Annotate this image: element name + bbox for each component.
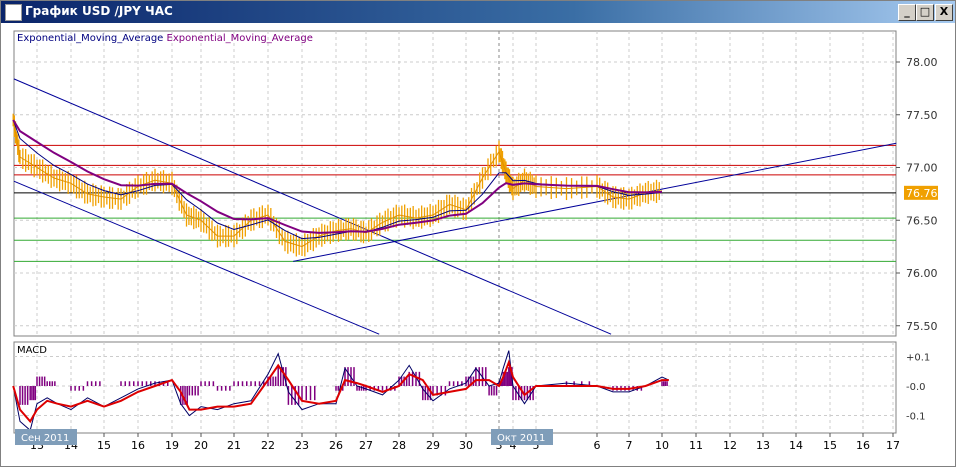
close-button[interactable]: X (935, 4, 953, 21)
price-tick-label: 77.00 (906, 162, 938, 175)
x-tick-label: 16 (131, 439, 145, 452)
x-tick-label: 17 (886, 439, 900, 452)
x-tick-label: 15 (823, 439, 837, 452)
x-tick-label: 11 (689, 439, 703, 452)
maximize-button[interactable]: □ (916, 4, 934, 21)
macd-panel (13, 341, 897, 434)
ema-legend-1: Exponential_Moving_Average (17, 33, 164, 44)
x-tick-label: 6 (594, 439, 601, 452)
x-tick-label: 20 (194, 439, 208, 452)
month-label-oct: Окт 2011 (497, 433, 545, 444)
x-tick-label: 28 (392, 439, 406, 452)
macd-tick-label: +0.1 (906, 353, 930, 364)
indicator-legend: Exponential_Moving_Average Exponential_M… (17, 33, 313, 44)
title-bar[interactable]: График USD /JPY ЧАС _ □ X (1, 1, 955, 23)
x-tick-label: 15 (97, 439, 111, 452)
x-tick-label: 26 (329, 439, 343, 452)
x-tick-label: 14 (789, 439, 803, 452)
month-label-sep: Сен 2011 (21, 433, 69, 444)
macd-label: MACD (17, 345, 47, 356)
price-tick-label: 78.00 (906, 56, 938, 69)
x-tick-label: 19 (165, 439, 179, 452)
x-tick-label: 7 (626, 439, 633, 452)
macd-tick-label: -0.0 (906, 382, 926, 393)
x-tick-label: 12 (723, 439, 737, 452)
ema-legend-2: Exponential_Moving_Average (166, 33, 313, 44)
macd-tick-label: -0.1 (906, 412, 926, 423)
price-chart[interactable]: 13 14 15 16 19 20 21 22 23 26 27 28 29 30 3 4 5 6 7 10 11 12 1… (1, 23, 955, 466)
price-tick-label: 77.50 (906, 109, 938, 122)
x-tick-label: 16 (856, 439, 870, 452)
current-price-label: 76.76 (906, 187, 938, 200)
price-tick-label: 76.00 (906, 267, 938, 280)
x-tick-label: 30 (459, 439, 473, 452)
price-tick-label: 75.50 (906, 320, 938, 333)
x-tick-label: 21 (227, 439, 241, 452)
x-tick-label: 23 (295, 439, 309, 452)
x-tick-label: 27 (359, 439, 373, 452)
x-tick-label: 29 (426, 439, 440, 452)
price-tick-label: 76.50 (906, 214, 938, 227)
x-tick-label: 10 (655, 439, 669, 452)
chart-window: График USD /JPY ЧАС _ □ X 13 14 15 16 19 20 21… (0, 0, 956, 467)
window-title: График USD /JPY ЧАС (25, 4, 173, 18)
x-tick-label: 22 (261, 439, 275, 452)
chart-app-icon (5, 4, 22, 21)
minimize-button[interactable]: _ (898, 4, 916, 21)
x-tick-label: 13 (756, 439, 770, 452)
